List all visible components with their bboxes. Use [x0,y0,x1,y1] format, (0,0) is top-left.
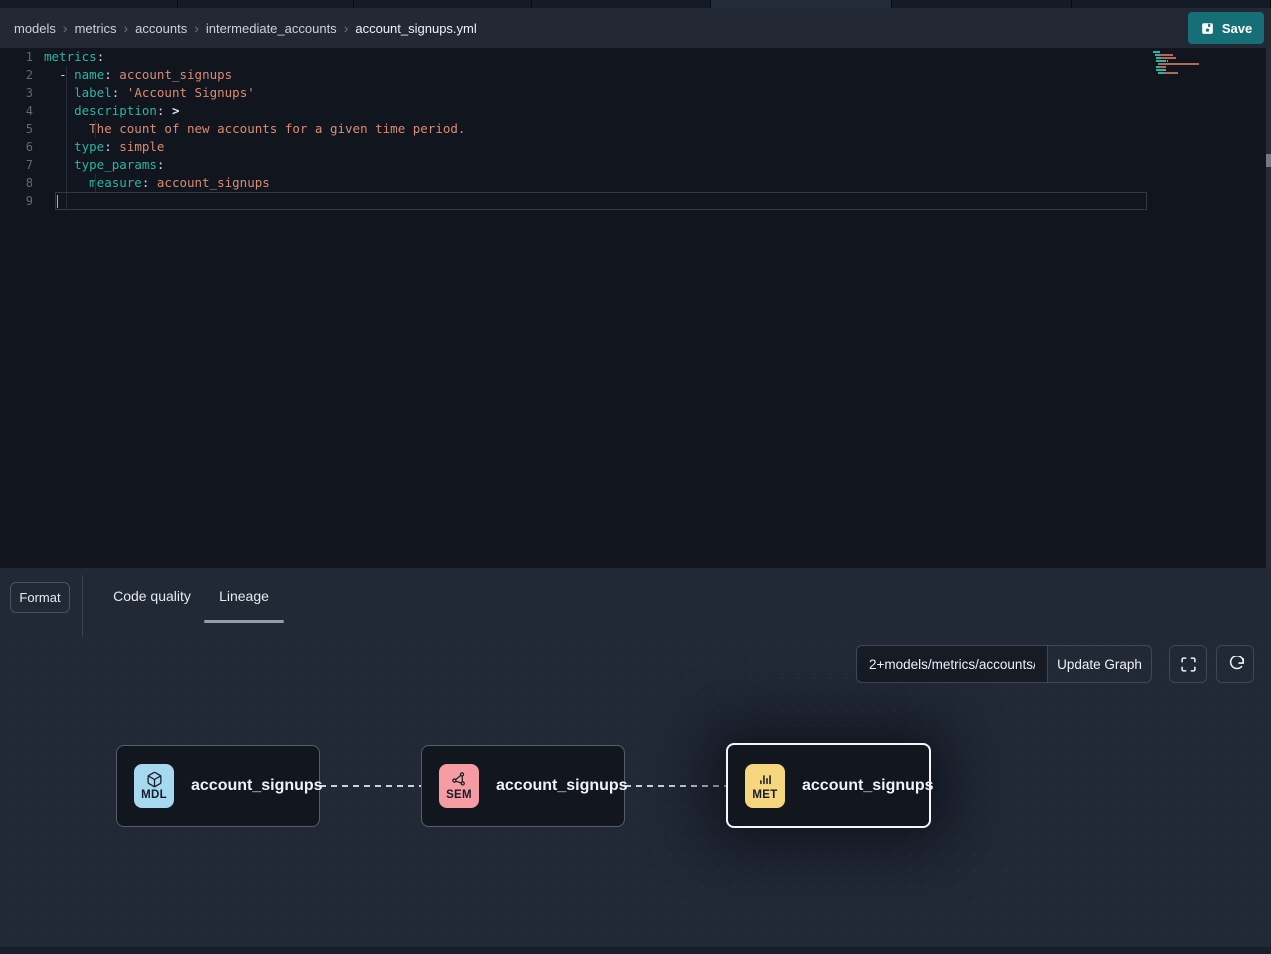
save-icon [1200,21,1215,36]
breadcrumb-item[interactable]: metrics [75,21,117,36]
code-line: 4 description: > [0,102,1271,120]
indent-guide [95,174,96,192]
format-button[interactable]: Format [10,582,70,613]
breadcrumb-separator-icon: › [63,20,68,36]
indent-guide [95,120,96,138]
lineage-node-metric-selected[interactable]: MET account_signups [726,743,931,828]
lineage-node-semantic-model[interactable]: SEM account_signups [421,745,625,827]
line-number: 9 [0,192,44,210]
line-number: 8 [0,174,44,192]
line-number: 6 [0,138,44,156]
current-line-highlight [55,192,1147,210]
save-button[interactable]: Save [1188,12,1264,44]
node-label: account_signups [191,777,323,795]
tab-active-underline [204,620,284,623]
ide-window: models › metrics › accounts › intermedia… [0,0,1271,954]
breadcrumb-item[interactable]: intermediate_accounts [206,21,337,36]
line-number: 1 [0,48,44,66]
network-icon [451,771,468,788]
node-badge-met: MET [745,764,785,808]
editor-tab[interactable] [178,0,354,8]
update-graph-button[interactable]: Update Graph [1047,645,1152,683]
breadcrumb-separator-icon: › [194,20,199,36]
line-number: 3 [0,84,44,102]
code-line: 5 The count of new accounts for a given … [0,120,1271,138]
editor-tab-active[interactable] [711,0,892,8]
code-line: 1metrics: [0,48,1271,66]
node-badge-mdl: MDL [134,764,174,808]
node-badge-label: SEM [446,789,472,801]
node-badge-label: MET [752,789,777,801]
refresh-icon [1227,656,1244,673]
code-line: 8 measure: account_signups [0,174,1271,192]
tab-code-quality-label: Code quality [113,588,191,604]
breadcrumb-item[interactable]: models [14,21,56,36]
tab-code-quality[interactable]: Code quality [107,568,197,623]
code-line: 7 type_params: [0,156,1271,174]
code-line: 3 label: 'Account Signups' [0,84,1271,102]
node-label: account_signups [496,777,628,795]
editor-scrollbar-thumb[interactable] [1266,154,1271,167]
code-line: 6 type: simple [0,138,1271,156]
indent-guide [66,66,67,210]
breadcrumb-item[interactable]: accounts [135,21,187,36]
editor-scrollbar[interactable] [1266,48,1271,568]
lineage-selector-input[interactable] [856,645,1047,683]
editor-tab[interactable] [1072,0,1271,8]
node-badge-label: MDL [141,789,167,801]
editor-tab[interactable] [354,0,532,8]
breadcrumb-current-file: account_signups.yml [355,21,476,36]
code-editor[interactable]: 1metrics:2 - name: account_signups3 labe… [0,48,1271,568]
divider [82,575,83,637]
bar-chart-icon [757,771,774,788]
line-number: 5 [0,120,44,138]
editor-tab[interactable] [532,0,711,8]
text-cursor [57,195,58,208]
editor-tab[interactable] [892,0,1072,8]
breadcrumb-separator-icon: › [344,20,349,36]
node-label: account_signups [802,777,934,795]
line-number: 7 [0,156,44,174]
line-number: 2 [0,66,44,84]
fullscreen-icon [1180,656,1197,673]
editor-tabstrip [0,0,1271,8]
lineage-node-model[interactable]: MDL account_signups [116,745,320,827]
code-region: 1metrics:2 - name: account_signups3 labe… [0,48,1271,210]
save-button-label: Save [1222,21,1252,36]
tab-lineage[interactable]: Lineage [204,568,284,623]
lineage-edge [625,785,726,787]
refresh-button[interactable] [1216,645,1254,683]
node-badge-sem: SEM [439,764,479,808]
breadcrumb-bar: models › metrics › accounts › intermedia… [0,8,1271,48]
tab-lineage-label: Lineage [219,588,269,604]
line-number: 4 [0,102,44,120]
cube-icon [146,771,163,788]
fullscreen-button[interactable] [1169,645,1207,683]
code-line: 2 - name: account_signups [0,66,1271,84]
lineage-edge [320,785,421,787]
bottom-panel: Format Code quality Lineage Update Graph [0,568,1271,954]
minimap[interactable] [1153,51,1211,78]
breadcrumb-separator-icon: › [123,20,128,36]
panel-bottom-edge [0,947,1271,954]
editor-tab[interactable] [0,0,178,8]
